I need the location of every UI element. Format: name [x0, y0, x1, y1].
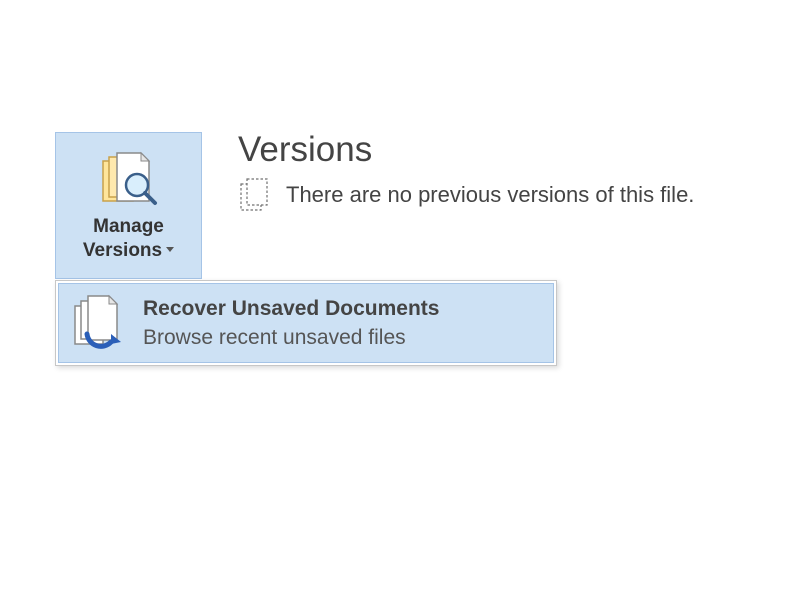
- menu-item-title: Recover Unsaved Documents: [143, 295, 439, 322]
- versions-heading: Versions: [238, 132, 694, 167]
- chevron-down-icon: [166, 247, 174, 252]
- recover-documents-icon: [69, 294, 133, 352]
- manage-versions-menu: Recover Unsaved Documents Browse recent …: [55, 280, 557, 366]
- versions-empty-message: There are no previous versions of this f…: [286, 182, 694, 208]
- documents-magnifier-icon: [97, 151, 161, 211]
- empty-documents-icon: [238, 177, 272, 213]
- menu-item-description: Browse recent unsaved files: [143, 324, 439, 351]
- manage-versions-button[interactable]: Manage Versions: [55, 132, 202, 279]
- recover-unsaved-documents-item[interactable]: Recover Unsaved Documents Browse recent …: [58, 283, 554, 363]
- manage-versions-label: Manage Versions: [83, 215, 174, 263]
